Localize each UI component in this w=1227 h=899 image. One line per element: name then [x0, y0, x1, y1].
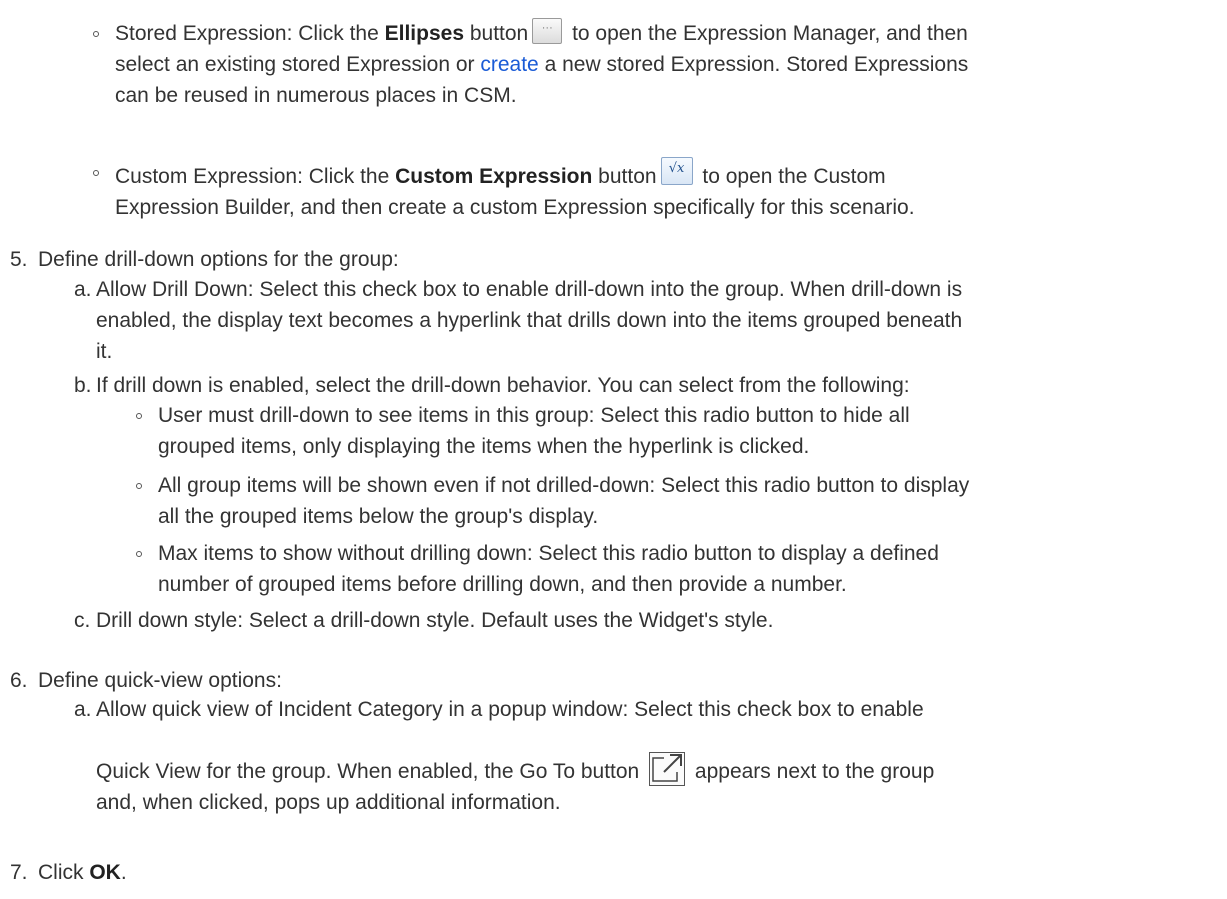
step-5a: a. Allow Drill Down: Select this check b…	[74, 274, 963, 367]
substep-letter: a.	[74, 278, 92, 301]
step-5-text: Define drill-down options for the group:	[38, 248, 399, 271]
custom-expression-label: Custom Expression	[395, 165, 593, 188]
option-all-group-items: All group items will be shown even if no…	[136, 470, 969, 532]
substep-letter: c.	[74, 609, 91, 632]
step-5c-text: Drill down style: Select a drill-down st…	[96, 609, 774, 632]
ok-label: OK	[89, 861, 121, 884]
create-link[interactable]: create	[480, 53, 538, 76]
step-5b-text: If drill down is enabled, select the dri…	[96, 374, 910, 397]
option-user-must-drill-down: User must drill-down to see items in thi…	[136, 400, 910, 462]
substep-letter: a.	[74, 698, 92, 721]
substep-letter: b.	[74, 374, 92, 397]
bullet-marker	[93, 31, 99, 37]
go-to-button-icon[interactable]	[649, 752, 686, 786]
step-5c: c. Drill down style: Select a drill-down…	[74, 605, 774, 636]
step-6a-line-2: Quick View for the group. When enabled, …	[96, 752, 934, 787]
step-5b: b. If drill down is enabled, select the …	[74, 370, 910, 401]
step-5a-line-2: enabled, the display text becomes a hype…	[96, 309, 963, 332]
bullet-marker	[93, 170, 99, 176]
step-5a-line-3: it.	[96, 340, 113, 363]
ellipses-label: Ellipses	[384, 22, 465, 45]
custom-expression-line-2: Expression Builder, and then create a cu…	[115, 196, 915, 219]
custom-expression-button-icon[interactable]: √x	[660, 157, 693, 185]
documentation-page: Stored Expression: Click the Ellipses bu…	[0, 0, 1227, 899]
stored-expression-line-2: select an existing stored Expression or …	[115, 53, 969, 76]
custom-expression-line-1: Custom Expression: Click the Custom Expr…	[115, 144, 915, 192]
step-6-text: Define quick-view options:	[38, 669, 282, 692]
step-6a: a. Allow quick view of Incident Category…	[74, 694, 934, 818]
step-number: 5.	[10, 248, 28, 271]
step-5: 5. Define drill-down options for the gro…	[10, 244, 399, 275]
step-number: 6.	[10, 669, 28, 692]
bullet-marker	[136, 483, 142, 489]
step-5a-line-1: Allow Drill Down: Select this check box …	[96, 278, 963, 301]
ellipses-button-icon[interactable]: ···	[532, 18, 563, 44]
option-max-items: Max items to show without drilling down:…	[136, 538, 939, 600]
step-6a-line-3: and, when clicked, pops up additional in…	[96, 791, 561, 814]
step-7: 7. Click OK.	[10, 857, 127, 888]
step-number: 7.	[10, 861, 28, 884]
stored-expression-line-1: Stored Expression: Click the Ellipses bu…	[115, 18, 968, 49]
stored-expression-line-3: can be reused in numerous places in CSM.	[115, 84, 517, 107]
bullet-marker	[136, 551, 142, 557]
go-to-arrow-icon	[652, 754, 683, 782]
step-6: 6. Define quick-view options:	[10, 665, 282, 696]
bullet-custom-expression: Custom Expression: Click the Custom Expr…	[93, 144, 915, 223]
bullet-marker	[136, 413, 142, 419]
step-6a-line-1: Allow quick view of Incident Category in…	[96, 698, 924, 721]
bullet-stored-expression: Stored Expression: Click the Ellipses bu…	[93, 18, 969, 111]
